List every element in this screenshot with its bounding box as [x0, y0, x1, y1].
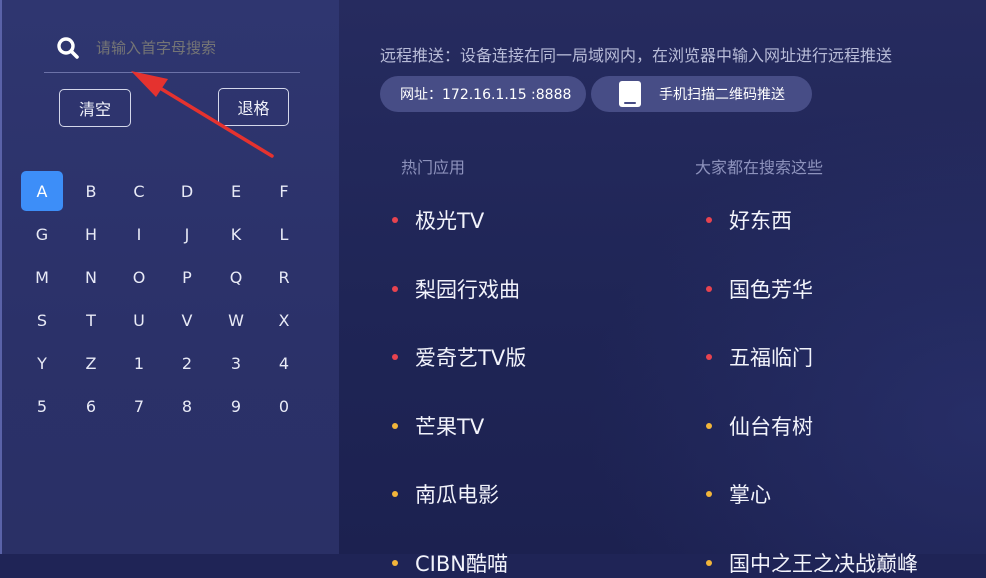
- key-5[interactable]: 5: [21, 386, 63, 426]
- key-o[interactable]: O: [118, 257, 160, 297]
- bullet-dot: [706, 217, 712, 223]
- key-b[interactable]: B: [70, 171, 112, 211]
- hot-app-label: 爱奇艺TV版: [415, 346, 527, 370]
- qr-push-button[interactable]: 手机扫描二维码推送: [591, 76, 812, 112]
- popular-search-item[interactable]: 仙台有树: [706, 411, 813, 441]
- key-8[interactable]: 8: [166, 386, 208, 426]
- hot-app-label: 极光TV: [415, 209, 485, 233]
- key-z[interactable]: Z: [70, 343, 112, 383]
- key-1[interactable]: 1: [118, 343, 160, 383]
- qr-push-label: 手机扫描二维码推送: [659, 87, 785, 103]
- key-2[interactable]: 2: [166, 343, 208, 383]
- bullet-dot: [392, 491, 398, 497]
- key-9[interactable]: 9: [215, 386, 257, 426]
- popular-search-item[interactable]: 掌心: [706, 479, 771, 509]
- key-h[interactable]: H: [70, 214, 112, 254]
- bullet-dot: [392, 217, 398, 223]
- clear-button[interactable]: 清空: [59, 89, 131, 127]
- url-label: 网址：172.16.1.15 :8888: [400, 87, 572, 103]
- popular-search-item[interactable]: 好东西: [706, 205, 792, 235]
- key-6[interactable]: 6: [70, 386, 112, 426]
- key-r[interactable]: R: [263, 257, 305, 297]
- bullet-dot: [706, 354, 712, 360]
- bullet-dot: [706, 491, 712, 497]
- hot-app-item[interactable]: 梨园行戏曲: [392, 274, 520, 304]
- key-f[interactable]: F: [263, 171, 305, 211]
- key-y[interactable]: Y: [21, 343, 63, 383]
- url-pill: 网址：172.16.1.15 :8888: [380, 76, 586, 112]
- phone-icon: [619, 81, 641, 107]
- popular-searches-title: 大家都在搜索这些: [695, 158, 824, 177]
- key-g[interactable]: G: [21, 214, 63, 254]
- key-t[interactable]: T: [70, 300, 112, 340]
- key-p[interactable]: P: [166, 257, 208, 297]
- key-j[interactable]: J: [166, 214, 208, 254]
- search-icon: [57, 37, 79, 59]
- popular-search-label: 仙台有树: [729, 414, 813, 439]
- bullet-dot: [706, 559, 712, 566]
- bullet-dot: [392, 285, 398, 292]
- key-x[interactable]: X: [263, 300, 305, 340]
- hot-apps-title: 热门应用: [401, 158, 466, 177]
- key-4[interactable]: 4: [263, 343, 305, 383]
- popular-search-label: 掌心: [729, 483, 771, 507]
- popular-search-item[interactable]: 国中之王之决战巅峰: [706, 548, 918, 578]
- bullet-dot: [392, 354, 398, 360]
- key-a[interactable]: A: [21, 171, 63, 211]
- backspace-button[interactable]: 退格: [218, 88, 289, 126]
- bullet-dot: [706, 285, 712, 292]
- key-i[interactable]: I: [118, 214, 160, 254]
- bullet-dot: [706, 422, 712, 429]
- left-panel: 清空 退格 ABCDEF GHIJKL MNOPQR STUVWX YZ1234 5678…: [0, 0, 339, 554]
- popular-search-item[interactable]: 国色芳华: [706, 274, 813, 304]
- hot-app-item[interactable]: CIBN酷喵: [392, 548, 508, 578]
- hot-app-label: 梨园行戏曲: [415, 277, 520, 302]
- key-v[interactable]: V: [166, 300, 208, 340]
- key-u[interactable]: U: [118, 300, 160, 340]
- key-7[interactable]: 7: [118, 386, 160, 426]
- hot-app-item[interactable]: 极光TV: [392, 205, 484, 235]
- hot-app-label: 芒果TV: [415, 414, 485, 439]
- popular-search-label: 国色芳华: [729, 277, 813, 302]
- hot-app-item[interactable]: 爱奇艺TV版: [392, 342, 526, 372]
- popular-search-label: 五福临门: [729, 346, 813, 370]
- key-e[interactable]: E: [215, 171, 257, 211]
- popular-search-label: 国中之王之决战巅峰: [729, 551, 918, 576]
- key-d[interactable]: D: [166, 171, 208, 211]
- bullet-dot: [392, 559, 398, 566]
- key-q[interactable]: Q: [215, 257, 257, 297]
- key-n[interactable]: N: [70, 257, 112, 297]
- search-bar[interactable]: [44, 28, 300, 73]
- hot-app-label: CIBN酷喵: [415, 551, 508, 576]
- key-k[interactable]: K: [215, 214, 257, 254]
- key-c[interactable]: C: [118, 171, 160, 211]
- key-0[interactable]: 0: [263, 386, 305, 426]
- key-m[interactable]: M: [21, 257, 63, 297]
- key-l[interactable]: L: [263, 214, 305, 254]
- hot-app-item[interactable]: 芒果TV: [392, 411, 484, 441]
- hot-app-label: 南瓜电影: [415, 483, 499, 507]
- bullet-dot: [392, 422, 398, 429]
- key-s[interactable]: S: [21, 300, 63, 340]
- popular-search-item[interactable]: 五福临门: [706, 342, 813, 372]
- search-input[interactable]: [96, 28, 296, 68]
- remote-push-tip: 远程推送：设备连接在同一局域网内，在浏览器中输入网址进行远程推送: [380, 46, 893, 65]
- key-3[interactable]: 3: [215, 343, 257, 383]
- hot-app-item[interactable]: 南瓜电影: [392, 479, 499, 509]
- popular-search-label: 好东西: [729, 209, 792, 233]
- key-w[interactable]: W: [215, 300, 257, 340]
